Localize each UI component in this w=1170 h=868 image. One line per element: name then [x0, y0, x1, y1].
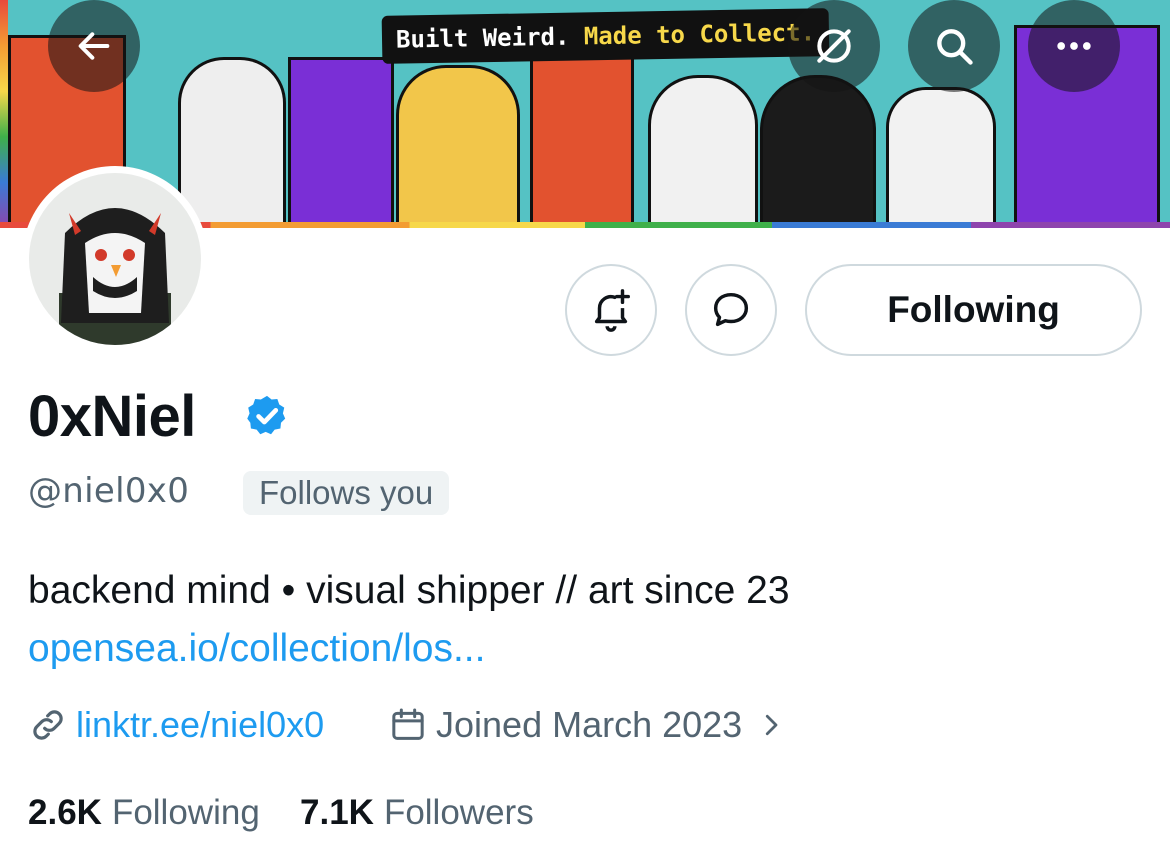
- slashed-circle-icon: [817, 29, 851, 63]
- following-button[interactable]: Following: [805, 264, 1142, 356]
- follows-you-badge: Follows you: [243, 471, 450, 515]
- joined-info[interactable]: Joined March 2023: [388, 700, 786, 750]
- back-button[interactable]: [48, 0, 140, 92]
- joined-date: Joined March 2023: [436, 704, 743, 745]
- banner-rainbow-edge: [0, 0, 8, 228]
- banner-character: [288, 57, 394, 228]
- notify-button[interactable]: [565, 264, 657, 356]
- search-icon: [937, 29, 973, 65]
- avatar-illustration: [59, 208, 171, 345]
- link-icon: [33, 710, 63, 740]
- website-link[interactable]: linktr.ee/niel0x0: [76, 704, 324, 746]
- followers-count: 7.1K: [300, 793, 374, 832]
- banner-character: [178, 57, 286, 228]
- profile-avatar[interactable]: [22, 166, 208, 352]
- banner-tagline: Built Weird. Made to Collect.: [381, 8, 830, 64]
- bio-link[interactable]: opensea.io/collection/los...: [28, 625, 485, 673]
- arrow-left-icon: [78, 32, 110, 60]
- banner-character: [760, 75, 876, 228]
- followers-label: Followers: [383, 793, 534, 832]
- banner-character: [530, 55, 634, 228]
- following-count: 2.6K: [28, 793, 102, 832]
- tagline-part1: Built Weird.: [395, 22, 570, 54]
- calendar-icon: [392, 708, 424, 740]
- banner-character: [886, 87, 996, 228]
- bell-plus-icon: [594, 289, 630, 332]
- message-button[interactable]: [685, 264, 777, 356]
- user-handle: @niel0x0: [28, 471, 190, 511]
- display-name: 0xNiel: [28, 384, 196, 449]
- more-dots-icon: [1057, 42, 1091, 50]
- profile-meta: linktr.ee/niel0x0: [28, 700, 324, 750]
- chat-bubble-icon: [713, 292, 749, 327]
- grok-button[interactable]: [788, 0, 880, 92]
- banner-character: [648, 75, 758, 228]
- more-button[interactable]: [1028, 0, 1120, 92]
- profile-bio: backend mind • visual shipper // art sin…: [28, 569, 790, 612]
- tagline-part2: Made to Collect.: [583, 18, 816, 51]
- followers-stat[interactable]: 7.1K Followers: [300, 790, 534, 836]
- verified-badge-icon: [247, 395, 286, 435]
- search-button[interactable]: [908, 0, 1000, 92]
- banner-character: [396, 65, 520, 228]
- following-label: Following: [111, 793, 260, 832]
- avatar-image: [29, 173, 201, 345]
- chevron-right-icon: [766, 714, 778, 736]
- following-stat[interactable]: 2.6K Following: [28, 790, 260, 836]
